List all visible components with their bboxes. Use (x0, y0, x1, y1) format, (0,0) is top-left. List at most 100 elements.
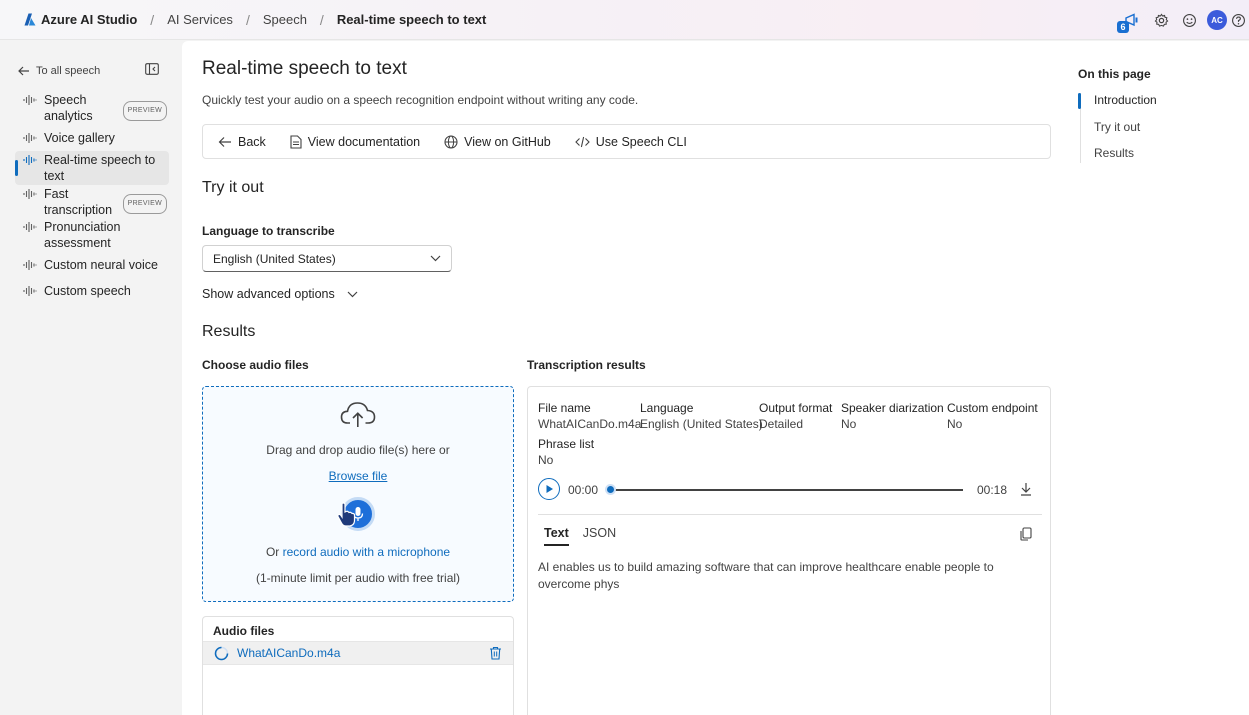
meta-key: Phrase list (538, 437, 595, 451)
sidebar-item-pronunciation-assessment[interactable]: Pronunciation assessment (15, 219, 169, 253)
view-on-github-button[interactable]: View on GitHub (444, 135, 551, 149)
view-documentation-label: View documentation (307, 134, 421, 149)
duration: 00:18 (977, 483, 1008, 497)
sidebar-item-custom-neural-voice[interactable]: Custom neural voice (15, 257, 169, 275)
sidebar-item-label: Fast transcription (44, 187, 113, 217)
chevron-down-icon (430, 255, 441, 262)
sidebar-item-voice-gallery[interactable]: Voice gallery (15, 130, 169, 148)
help-icon (1232, 13, 1245, 27)
download-icon[interactable] (1020, 482, 1032, 496)
audio-file-name[interactable]: WhatAICanDo.m4a (237, 646, 340, 660)
arrow-left-icon (18, 66, 29, 76)
show-advanced-options-toggle[interactable]: Show advanced options (202, 287, 358, 301)
tab-text[interactable]: Text (544, 526, 569, 546)
record-audio-link[interactable]: record audio with a microphone (283, 545, 450, 559)
or-prefix: Or (265, 545, 283, 559)
sidebar-item-label: Voice gallery (44, 131, 115, 145)
dropzone-drag-text: Drag and drop audio file(s) here or (266, 443, 450, 457)
delete-icon[interactable] (489, 646, 502, 660)
back-to-all-speech-label: To all speech (36, 65, 101, 77)
loading-spinner-icon (214, 646, 229, 660)
settings-button[interactable] (1147, 6, 1175, 34)
meta-speaker-diarization: Speaker diarization No (841, 400, 944, 432)
on-this-page-try-it-out[interactable]: Try it out (1094, 120, 1140, 134)
avatar: AC (1207, 10, 1227, 30)
audio-wave-icon (23, 189, 37, 199)
sidebar-item-label: Pronunciation assessment (44, 220, 121, 250)
on-this-page-active-indicator (1078, 93, 1081, 109)
results-heading: Results (202, 323, 256, 340)
copy-icon[interactable] (1020, 527, 1032, 541)
language-selected-value: English (United States) (213, 251, 336, 266)
arrow-left-icon (218, 136, 231, 147)
chevron-down-icon (347, 291, 358, 297)
meta-output-format: Output format Detailed (759, 400, 832, 432)
meta-key: File name (538, 401, 591, 415)
transcription-results-panel: File name WhatAICanDo.m4a Language Engli… (527, 386, 1051, 715)
sidebar-item-custom-speech[interactable]: Custom speech (15, 283, 169, 301)
sidebar-item-fast-transcription[interactable]: Fast transcription PREVIEW (15, 186, 169, 220)
view-documentation-button[interactable]: View documentation (290, 135, 420, 149)
sidebar-item-label: Real-time speech to text (44, 153, 156, 183)
collapse-nav-button[interactable] (145, 63, 159, 78)
audio-wave-icon (23, 286, 37, 296)
sidebar-item-speech-analytics[interactable]: Speech analytics PREVIEW (15, 92, 169, 126)
meta-key: Custom endpoint (947, 401, 1038, 415)
dropzone-or-text: Or record audio with a microphone (203, 545, 513, 559)
audio-player: 00:00 00:18 (538, 478, 1042, 502)
globe-icon (444, 134, 458, 149)
audio-wave-icon (23, 222, 37, 232)
sidebar-item-real-time-speech-to-text[interactable]: Real-time speech to text (15, 151, 169, 185)
meta-value: Detailed (759, 417, 804, 431)
use-speech-cli-button[interactable]: Use Speech CLI (574, 135, 687, 149)
account-button[interactable]: AC (1203, 6, 1231, 34)
top-bar: Azure AI Studio / AI Services / Speech /… (0, 0, 1249, 40)
breadcrumb-current: Real-time speech to text (336, 12, 487, 27)
choose-audio-heading: Choose audio files (202, 358, 309, 372)
toolbar: Back View documentation View on GitHub U… (202, 124, 1051, 159)
meta-value: English (United States) (640, 417, 763, 431)
meta-value: WhatAICanDo.m4a (538, 417, 642, 431)
advanced-options-label: Show advanced options (202, 287, 335, 301)
on-this-page-results[interactable]: Results (1094, 146, 1134, 160)
back-button-label: Back (238, 134, 266, 149)
language-dropdown[interactable]: English (United States) (202, 245, 452, 272)
browse-file-link[interactable]: Browse file (203, 469, 513, 483)
tab-json[interactable]: JSON (583, 526, 616, 546)
sidebar-item-label: Custom speech (44, 284, 131, 298)
meta-key: Speaker diarization (841, 401, 944, 415)
breadcrumb-ai-services[interactable]: AI Services (167, 12, 233, 27)
meta-value: No (947, 417, 963, 431)
code-icon (574, 136, 590, 147)
meta-language: Language English (United States) (640, 400, 763, 432)
dropzone-limit-text: (1-minute limit per audio with free tria… (255, 571, 461, 585)
announcements-button[interactable]: 6 (1117, 6, 1145, 34)
sidebar-item-label: Custom neural voice (44, 258, 158, 272)
feedback-button[interactable] (1175, 6, 1203, 34)
audio-dropzone[interactable]: Drag and drop audio file(s) here or Brow… (202, 386, 514, 602)
breadcrumb-separator: / (150, 11, 155, 28)
audio-wave-icon (23, 155, 37, 165)
seek-handle[interactable] (605, 484, 616, 495)
back-to-all-speech-link[interactable]: To all speech (18, 65, 100, 77)
breadcrumb-brand[interactable]: Azure AI Studio (41, 12, 137, 27)
language-label: Language to transcribe (202, 224, 335, 238)
audio-files-panel: Audio files WhatAICanDo.m4a (202, 616, 514, 715)
play-button[interactable] (538, 478, 560, 500)
panel-collapse-icon (145, 63, 159, 75)
seek-track[interactable] (610, 489, 963, 491)
audio-wave-icon (23, 95, 37, 105)
breadcrumb-separator: / (245, 11, 250, 28)
breadcrumb-speech[interactable]: Speech (263, 12, 307, 27)
on-this-page-introduction[interactable]: Introduction (1094, 93, 1157, 107)
meta-phrase-list: Phrase list No (538, 436, 594, 468)
transcription-results-heading: Transcription results (527, 358, 646, 372)
document-icon (290, 134, 302, 149)
back-button[interactable]: Back (218, 135, 266, 149)
meta-key: Output format (759, 401, 833, 415)
help-button[interactable] (1231, 6, 1249, 34)
sidebar-item-label: Speech analytics (44, 93, 93, 123)
on-this-page-heading: On this page (1078, 67, 1151, 81)
settings-icon (1154, 13, 1168, 27)
audio-file-row[interactable]: WhatAICanDo.m4a (203, 641, 513, 665)
